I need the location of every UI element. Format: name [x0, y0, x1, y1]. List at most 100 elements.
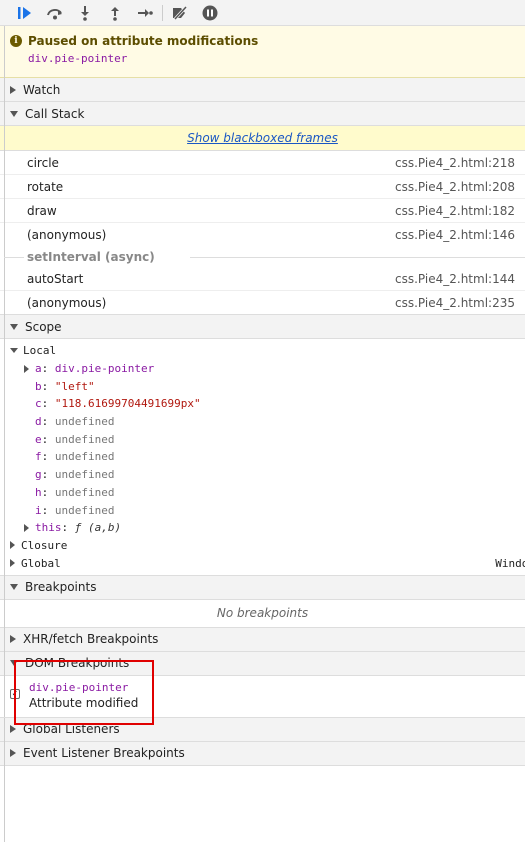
dom-breakpoint-item: ✓ div.pie-pointer Attribute modified: [0, 676, 525, 718]
var-value: undefined: [54, 503, 115, 517]
call-frame[interactable]: autoStart css.Pie4_2.html:144: [0, 267, 525, 291]
scope-var-g: g: undefined: [35, 468, 115, 482]
section-xhr-breakpoints[interactable]: XHR/fetch Breakpoints: [0, 627, 525, 652]
frame-location[interactable]: css.Pie4_2.html:146: [395, 228, 515, 242]
var-key: c: [35, 397, 42, 411]
section-dom-label: DOM Breakpoints: [25, 656, 130, 671]
show-blackboxed-frames-link[interactable]: Show blackboxed frames: [187, 131, 338, 145]
section-call-stack-label: Call Stack: [25, 106, 85, 121]
scope-global[interactable]: Global Window: [0, 554, 525, 572]
chevron-right-icon: [10, 635, 16, 644]
scope-closure-label: Closure: [21, 538, 68, 552]
scope-var-this[interactable]: this: ƒ (a,b): [0, 519, 525, 537]
frame-location[interactable]: css.Pie4_2.html:208: [395, 180, 515, 194]
var-key: g: [35, 468, 42, 482]
step-out-icon[interactable]: [100, 0, 130, 26]
chevron-right-icon: [10, 541, 15, 550]
dom-breakpoint-type: Attribute modified: [29, 695, 139, 710]
chevron-down-icon: [10, 348, 18, 354]
var-value: undefined: [54, 432, 115, 446]
deactivate-breakpoints-icon[interactable]: [165, 0, 195, 26]
scope-global-value: Window: [495, 556, 525, 570]
section-xhr-label: XHR/fetch Breakpoints: [23, 632, 159, 647]
pause-on-exceptions-icon[interactable]: [195, 0, 225, 26]
scope-local-label: Local: [23, 344, 57, 358]
scope-tree: Local a: div.pie-pointer b: "left" c: "1…: [0, 339, 525, 576]
scope-local[interactable]: Local: [0, 342, 525, 360]
call-frame[interactable]: rotate css.Pie4_2.html:208: [0, 175, 525, 199]
chevron-right-icon: [10, 559, 15, 568]
scope-var-f: f: undefined: [35, 450, 115, 464]
frame-location[interactable]: css.Pie4_2.html:235: [395, 296, 515, 310]
debugger-toolbar: [0, 0, 525, 26]
scope-var-h: h: undefined: [35, 485, 115, 499]
scope-var-i: i: undefined: [35, 503, 115, 517]
async-separator: setInterval (async): [0, 247, 525, 267]
section-event-listeners-label: Event Listener Breakpoints: [23, 746, 185, 761]
frame-location[interactable]: css.Pie4_2.html:182: [395, 204, 515, 218]
frame-location[interactable]: css.Pie4_2.html:218: [395, 156, 515, 170]
section-watch-label: Watch: [23, 82, 61, 97]
var-key: e: [35, 432, 42, 446]
section-breakpoints-label: Breakpoints: [25, 580, 97, 595]
call-frame[interactable]: (anonymous) css.Pie4_2.html:146: [0, 223, 525, 247]
chevron-right-icon: [10, 85, 16, 94]
section-global-listeners-label: Global Listeners: [23, 722, 120, 737]
chevron-right-icon: [24, 364, 29, 373]
var-value: undefined: [54, 415, 115, 429]
paused-banner: i Paused on attribute modifications div.…: [0, 26, 525, 78]
section-watch[interactable]: Watch: [0, 78, 525, 102]
section-breakpoints[interactable]: Breakpoints: [0, 575, 525, 600]
chevron-right-icon: [24, 523, 29, 532]
paused-message: Paused on attribute modifications: [28, 34, 259, 48]
scope-closure[interactable]: Closure: [0, 537, 525, 555]
dom-breakpoint-target[interactable]: div.pie-pointer: [29, 681, 525, 694]
step-over-icon[interactable]: [40, 0, 70, 26]
frame-name: rotate: [27, 179, 64, 194]
var-value: div.pie-pointer: [54, 362, 155, 376]
frame-location[interactable]: css.Pie4_2.html:144: [395, 272, 515, 286]
section-call-stack[interactable]: Call Stack: [0, 102, 525, 126]
chevron-down-icon: [10, 323, 18, 330]
resume-icon[interactable]: [10, 0, 40, 26]
chevron-down-icon: [10, 660, 18, 667]
step-icon[interactable]: [130, 0, 160, 26]
call-frame[interactable]: circle css.Pie4_2.html:218: [0, 151, 525, 175]
var-key: h: [35, 485, 42, 499]
var-key: b: [35, 379, 42, 393]
call-frame[interactable]: (anonymous) css.Pie4_2.html:235: [0, 291, 525, 315]
var-key: i: [35, 503, 42, 517]
dom-breakpoint-checkbox[interactable]: ✓: [10, 688, 20, 699]
chevron-down-icon: [10, 584, 18, 591]
section-dom-breakpoints[interactable]: DOM Breakpoints: [0, 651, 525, 676]
var-value: "left": [54, 379, 95, 393]
toolbar-separator: [162, 4, 163, 21]
scope-var-c: c: "118.61699704491699px": [35, 397, 201, 411]
scope-var-e: e: undefined: [35, 432, 115, 446]
section-scope[interactable]: Scope: [0, 315, 525, 339]
section-event-listener-breakpoints[interactable]: Event Listener Breakpoints: [0, 741, 525, 766]
var-value: "118.61699704491699px": [54, 397, 201, 411]
blackboxed-frames-bar: Show blackboxed frames: [0, 126, 525, 151]
call-frame[interactable]: draw css.Pie4_2.html:182: [0, 199, 525, 223]
section-scope-label: Scope: [25, 319, 62, 334]
scope-var-a[interactable]: a: div.pie-pointer: [0, 360, 525, 378]
info-icon: i: [10, 35, 22, 47]
var-value: undefined: [54, 468, 115, 482]
step-into-icon[interactable]: [70, 0, 100, 26]
var-key: d: [35, 415, 42, 429]
no-breakpoints-message: No breakpoints: [0, 600, 525, 628]
call-stack-frames: circle css.Pie4_2.html:218 rotate css.Pi…: [0, 151, 525, 315]
var-value: undefined: [54, 485, 115, 499]
scope-global-label: Global: [21, 556, 61, 570]
frame-name: draw: [27, 203, 57, 218]
paused-target: div.pie-pointer: [28, 52, 128, 65]
scope-var-b: b: "left": [35, 379, 95, 393]
chevron-right-icon: [10, 725, 16, 734]
chevron-right-icon: [10, 749, 16, 758]
frame-name: (anonymous): [27, 295, 107, 310]
var-key: this: [35, 521, 62, 535]
section-global-listeners[interactable]: Global Listeners: [0, 717, 525, 742]
frame-name: circle: [27, 155, 59, 170]
var-value: undefined: [54, 450, 115, 464]
